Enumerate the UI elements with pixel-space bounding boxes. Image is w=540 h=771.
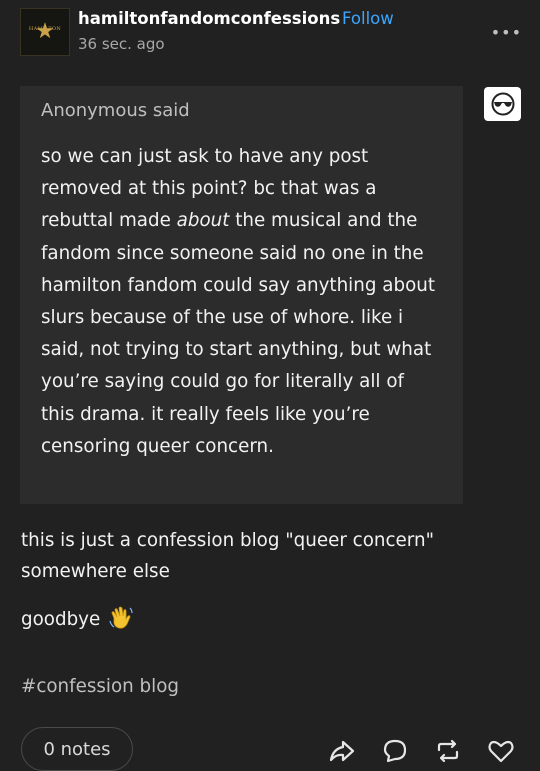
asker-said: said (147, 100, 190, 121)
asker-name: Anonymous (41, 100, 148, 121)
ask-box: Anonymous said so we can just ask to hav… (20, 86, 463, 504)
ask-text-after: the musical and the fandom since someone… (41, 210, 436, 457)
ask-body: so we can just ask to have any post remo… (41, 141, 443, 463)
avatar-wordmark: HAMILTON (28, 26, 62, 32)
tag-confession-blog[interactable]: #confession blog (21, 676, 179, 697)
blog-avatar[interactable]: ★ HAMILTON (20, 8, 70, 56)
share-icon[interactable] (328, 738, 356, 764)
asker-line: Anonymous said (41, 100, 443, 121)
waving-hand-emoji (108, 604, 134, 635)
like-heart-icon[interactable] (487, 738, 515, 764)
reply-icon[interactable] (381, 738, 409, 764)
blog-name-link[interactable]: hamiltonfandomconfessions (78, 9, 340, 28)
reblog-icon[interactable] (434, 738, 462, 764)
goodbye-text: goodbye (21, 609, 101, 630)
star-logo-icon: ★ (35, 19, 55, 44)
post-header: ★ HAMILTON hamiltonfandomconfessions Fol… (0, 0, 540, 64)
more-options-icon[interactable]: ••• (491, 23, 522, 42)
follow-button[interactable]: Follow (342, 9, 394, 28)
goodbye-line: goodbye (21, 604, 134, 635)
notes-button[interactable]: 0 notes (21, 727, 133, 771)
anonymous-sunglasses-icon (484, 87, 521, 121)
answer-text: this is just a confession blog "queer co… (21, 530, 434, 582)
ask-text-emphasis: about (176, 210, 230, 232)
post-timestamp: 36 sec. ago (78, 35, 165, 53)
